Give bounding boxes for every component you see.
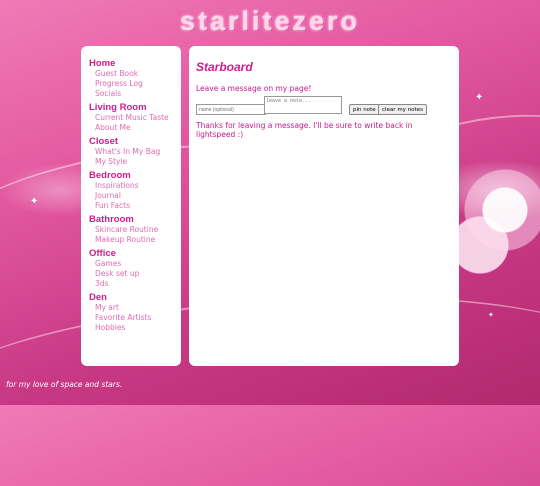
page-title: Starboard [196,60,253,74]
sidebar-link[interactable]: Desk set up [95,269,181,279]
starboard-panel: Starboard Leave a message on my page! pi… [189,46,459,366]
sidebar-section-title: Office [89,248,116,259]
sidebar-section-title: Den [89,292,107,303]
sparkle-icon: ✦ [488,311,494,319]
clear-notes-button[interactable]: clear my notes [378,104,427,115]
sidebar-link[interactable]: Socials [95,89,181,99]
sidebar-link[interactable]: Games [95,259,181,269]
message-prompt: Leave a message on my page! [196,84,312,93]
sidebar-link[interactable]: Favorite Artists [95,313,181,323]
sidebar-link[interactable]: Makeup Routine [95,235,181,245]
note-textarea[interactable] [264,96,342,114]
sidebar-section-title: Living Room [89,102,147,113]
sparkle-icon: ✦ [30,196,39,207]
sidebar-link[interactable]: 3ds [95,279,181,289]
note-form: pin note clear my notes [196,95,452,119]
sidebar-link[interactable]: Hobbies [95,323,181,333]
sidebar-section-title: Bathroom [89,214,134,225]
sidebar-link[interactable]: Journal [95,191,181,201]
name-input[interactable] [196,104,266,115]
sparkle-icon: ✦ [475,92,484,103]
pin-note-button[interactable]: pin note [349,104,380,115]
sidebar-link[interactable]: Current Music Taste [95,113,181,123]
sidebar-link[interactable]: Inspirations [95,181,181,191]
sidebar-link[interactable]: Skincare Routine [95,225,181,235]
sidebar-section-title: Closet [89,136,119,147]
sidebar-link[interactable]: My Style [95,157,181,167]
sidebar-link[interactable]: What's In My Bag [95,147,181,157]
thanks-message: Thanks for leaving a message. I'll be su… [196,121,413,139]
sidebar-nav: Home Guest Book Progress Log Socials Living … [81,46,181,366]
site-title: starlitezero [179,6,361,36]
sidebar-section-title: Bedroom [89,170,131,181]
sidebar-link[interactable]: Fun Facts [95,201,181,211]
sidebar-link[interactable]: My art [95,303,181,313]
sidebar-section-title: Home [89,58,116,69]
sidebar-link[interactable]: Progress Log [95,79,181,89]
sidebar-link[interactable]: About Me [95,123,181,133]
sidebar-link[interactable]: Guest Book [95,69,181,79]
footer-text: for my love of space and stars. [6,380,123,389]
